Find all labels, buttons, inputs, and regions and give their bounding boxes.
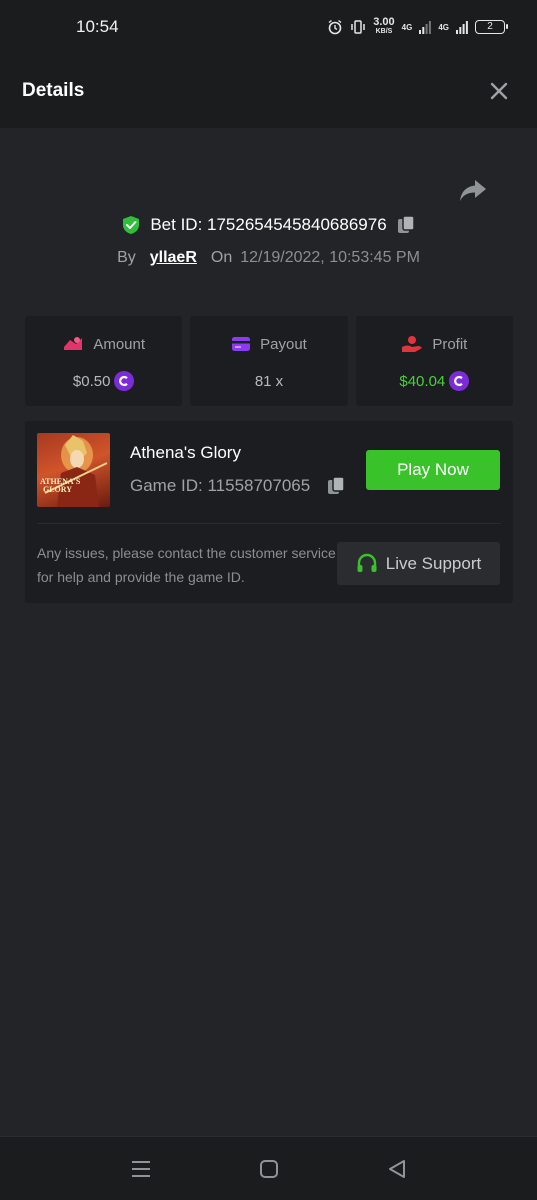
copy-game-id-icon[interactable]	[326, 475, 346, 497]
back-triangle-icon	[389, 1160, 405, 1178]
by-label: By	[117, 249, 136, 266]
page-title: Details	[22, 80, 85, 101]
live-support-label: Live Support	[385, 553, 482, 573]
game-id: Game ID: 11558707065	[130, 476, 311, 495]
home-square-icon	[260, 1160, 278, 1178]
copy-bet-id-icon[interactable]	[396, 214, 416, 236]
signal-icon-2	[456, 21, 468, 34]
share-button[interactable]	[458, 178, 488, 204]
stat-label: Profit	[432, 335, 468, 353]
stat-value: $40.04	[399, 372, 446, 390]
close-icon	[490, 82, 508, 100]
details-header: Details	[0, 54, 537, 128]
play-now-button[interactable]: Play Now	[366, 450, 500, 490]
status-bar: 10:54 3.00 KB/S 4G 4G 2	[0, 0, 537, 54]
stat-value: $0.50	[72, 372, 111, 390]
bet-datetime: 12/19/2022, 10:53:45 PM	[240, 249, 420, 266]
stat-value: 81 x	[254, 372, 284, 390]
username-link[interactable]: yllaeR	[150, 249, 197, 267]
stat-card-amount: Amount $0.50	[25, 316, 183, 406]
coin-icon	[449, 371, 470, 391]
stat-card-profit: Profit $40.04	[355, 316, 513, 406]
stat-label: Amount	[93, 335, 146, 353]
card-icon	[232, 337, 251, 351]
battery-icon: 2	[475, 20, 508, 34]
verified-shield-icon	[123, 216, 140, 234]
bet-stats: Amount $0.50 Payout 81 x Profit $40.04	[25, 316, 513, 406]
game-name: Athena's Glory	[130, 443, 241, 462]
network-type-2: 4G	[438, 22, 449, 32]
divider	[37, 523, 501, 524]
close-button[interactable]	[487, 79, 511, 103]
share-icon	[460, 180, 486, 201]
support-message: Any issues, please contact the customer …	[37, 545, 336, 585]
game-card: ATHENA'S GLORY Athena's Glory Game ID: 1…	[25, 421, 513, 603]
network-type-1: 4G	[401, 22, 413, 32]
vibrate-icon	[351, 20, 365, 34]
back-button[interactable]	[385, 1157, 409, 1181]
alarm-icon	[328, 19, 342, 35]
menu-icon	[132, 1161, 150, 1177]
network-speed: 3.00 KB/S	[373, 16, 395, 36]
recent-apps-button[interactable]	[129, 1157, 153, 1181]
on-label: On	[210, 249, 233, 266]
athena-figure	[44, 435, 108, 507]
home-button[interactable]	[257, 1157, 281, 1181]
game-thumbnail-logo: ATHENA'S GLORY	[40, 477, 81, 494]
bet-id: Bet ID: 1752654545840686976	[150, 215, 387, 234]
bet-meta-row: By yllaeR On 12/19/2022, 10:53:45 PM	[0, 249, 537, 267]
game-thumbnail[interactable]: ATHENA'S GLORY	[37, 433, 110, 507]
profit-icon	[402, 336, 423, 352]
live-support-button[interactable]: Live Support	[337, 542, 500, 585]
system-nav-bar	[0, 1136, 537, 1200]
game-id-row: Game ID: 11558707065	[130, 475, 346, 497]
stat-label: Payout	[260, 335, 307, 353]
status-indicators: 3.00 KB/S 4G 4G 2	[327, 16, 508, 36]
bet-id-row: Bet ID: 1752654545840686976	[0, 214, 537, 236]
coin-icon	[114, 371, 135, 391]
signal-icon	[419, 21, 432, 34]
headset-icon	[357, 553, 377, 572]
status-time: 10:54	[76, 17, 119, 36]
amount-icon	[64, 337, 83, 350]
stat-card-payout: Payout 81 x	[190, 316, 348, 406]
